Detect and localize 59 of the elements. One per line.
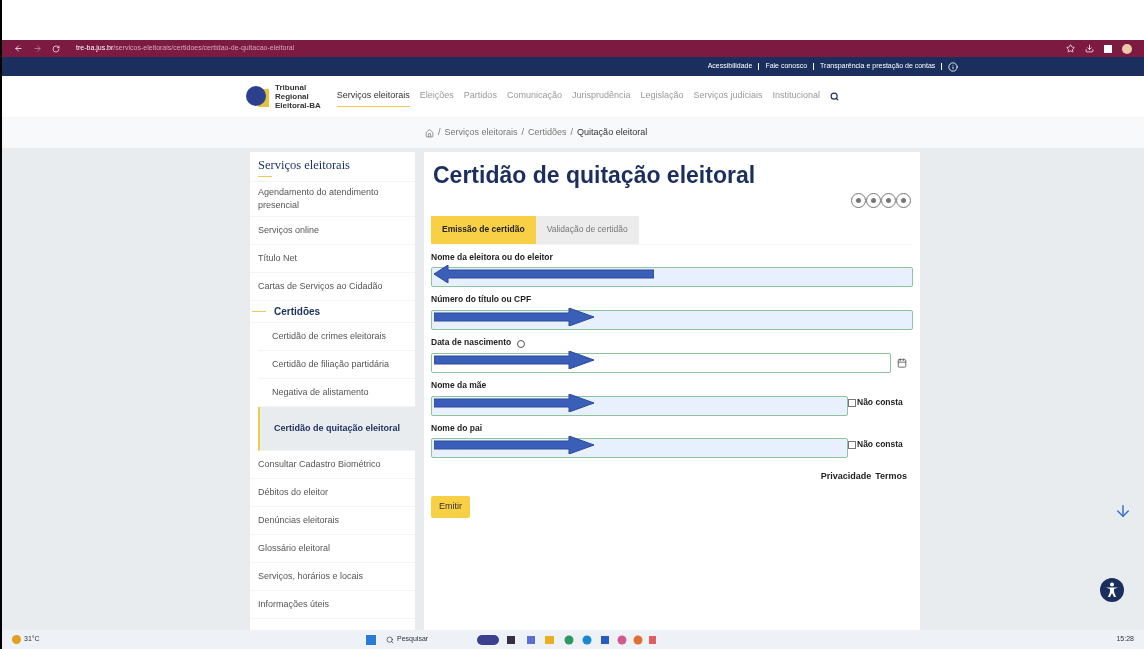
sidebar-toggle-icon[interactable]	[1104, 44, 1112, 53]
sidebar-item[interactable]: Denúncias eleitorais	[250, 507, 415, 535]
field-label: Número do título ou CPF	[431, 293, 532, 306]
submit-button[interactable]: Emitir	[431, 495, 470, 518]
date-field[interactable]	[431, 352, 891, 373]
breadcrumb-separator: /	[521, 126, 525, 140]
sidebar-item[interactable]: Glossário eleitoral	[250, 535, 415, 563]
input-field[interactable]	[431, 267, 913, 288]
field-label: Nome da mãe	[431, 378, 487, 392]
search-icon[interactable]	[830, 92, 840, 101]
weather-icon	[12, 635, 21, 644]
sidebar-item[interactable]: Informações úteis	[250, 591, 415, 619]
sidebar-item[interactable]: Certidão de filiação partidária	[258, 351, 415, 379]
sidebar-item[interactable]: Certidão de quitação eleitoral	[258, 407, 415, 451]
sidebar-section[interactable]: Certidões	[274, 304, 321, 319]
tab[interactable]: Validação de certidão	[535, 215, 639, 244]
reload-icon[interactable]	[52, 44, 60, 53]
taskbar-apps-icon[interactable]	[477, 633, 657, 646]
checkbox[interactable]	[848, 398, 856, 407]
back-icon[interactable]	[14, 44, 23, 53]
checkbox-label: Não consta	[857, 395, 904, 409]
sidebar-item[interactable]: Certidão de crimes eleitorais	[258, 323, 415, 351]
logo-text: Tribunal Regional Eleitoral-BA	[275, 83, 321, 110]
sidebar-title: Serviços eleitorais	[258, 157, 351, 175]
scroll-down-icon[interactable]	[1114, 502, 1132, 520]
input-field[interactable]	[431, 395, 848, 416]
breadcrumb-link[interactable]: Certidões	[528, 126, 567, 140]
forward-icon[interactable]	[33, 44, 42, 53]
breadcrumb-separator: /	[570, 126, 574, 140]
breadcrumb-separator: /	[438, 126, 441, 140]
checkbox[interactable]	[848, 441, 856, 450]
accessibility-icon[interactable]	[1100, 578, 1124, 602]
sidebar-item[interactable]: Serviços, horários e locais	[250, 563, 415, 591]
input-field[interactable]	[431, 438, 848, 459]
field-label: Data de nascimento	[431, 336, 512, 349]
tab[interactable]: Emissão de certidão	[431, 215, 536, 244]
avatar-icon[interactable]	[1122, 43, 1132, 54]
download-icon[interactable]	[1085, 44, 1094, 53]
nav-link[interactable]: Serviços eleitorais	[336, 86, 410, 107]
logo-icon	[245, 84, 271, 109]
field-label: Nome da eleitora ou do eleitor	[431, 250, 553, 264]
recaptcha-link[interactable]: Termos	[875, 470, 907, 484]
checkbox-label: Não consta	[857, 438, 904, 451]
breadcrumb-link[interactable]: Serviços eleitorais	[444, 126, 518, 140]
input-field[interactable]	[431, 310, 913, 330]
sidebar-item[interactable]: Título Net	[250, 245, 415, 273]
home-icon[interactable]	[425, 128, 434, 138]
sidebar-item[interactable]: Débitos do eleitor	[250, 479, 415, 507]
sidebar-item[interactable]: Serviços online	[250, 217, 415, 245]
page-title: Certidão de quitação eleitoral	[432, 161, 757, 190]
recaptcha-link[interactable]: Privacidade	[820, 470, 872, 484]
field-label: Nome do pai	[431, 421, 482, 435]
sidebar-item[interactable]: Agendamento do atendimento presencial	[250, 182, 415, 217]
calendar-icon[interactable]	[897, 357, 907, 368]
star-icon[interactable]	[1066, 44, 1075, 53]
info-icon[interactable]	[948, 61, 959, 72]
sidebar-item[interactable]: Consultar Cadastro Biométrico	[250, 451, 415, 479]
start-icon[interactable]	[366, 634, 376, 645]
sidebar-item[interactable]: Cartas de Serviços ao Cidadão	[250, 273, 415, 301]
